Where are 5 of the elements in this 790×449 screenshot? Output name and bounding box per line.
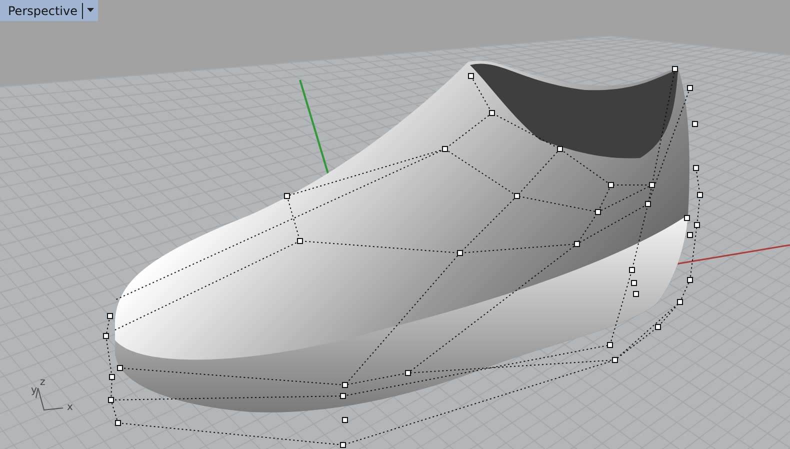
axis-label: z	[40, 378, 46, 388]
viewport-tab[interactable]: Perspective	[0, 0, 98, 21]
axis-label: y	[31, 386, 37, 396]
viewport-title[interactable]: Perspective	[8, 4, 78, 18]
axis-label: x	[67, 403, 73, 413]
